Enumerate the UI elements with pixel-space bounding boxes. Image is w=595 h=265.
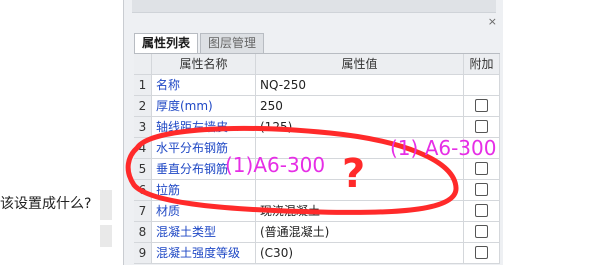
extra-cell [464,222,500,242]
row-number: 6 [134,180,152,200]
property-name: 轴线距左墙皮... [152,117,256,137]
extra-checkbox[interactable] [475,183,488,196]
panel-top-bar [132,0,496,13]
tab-property-list[interactable]: 属性列表 [134,33,199,53]
extra-checkbox[interactable] [475,99,488,112]
table-row[interactable]: 1 名称 NQ-250 [134,75,500,96]
properties-panel: × 属性列表 图层管理 属性名称 属性值 附加 1 名称 NQ-250 2 厚度… [123,0,503,265]
property-name: 材质 [152,201,256,221]
tab-layer-management[interactable]: 图层管理 [200,33,265,53]
extra-cell [464,117,500,137]
row-number: 1 [134,75,152,95]
row-number: 5 [134,159,152,179]
property-value[interactable]: (普通混凝土) [256,222,464,242]
row-number: 3 [134,117,152,137]
property-name: 厚度(mm) [152,96,256,116]
property-value[interactable]: NQ-250 [256,75,464,95]
table-row[interactable]: 8 混凝土类型 (普通混凝土) [134,222,500,243]
extra-cell [464,201,500,221]
extra-checkbox[interactable] [475,204,488,217]
extra-checkbox[interactable] [475,120,488,133]
property-name: 混凝土类型 [152,222,256,242]
property-name: 混凝土强度等级 [152,243,256,263]
table-row[interactable]: 2 厚度(mm) 250 [134,96,500,117]
header-name: 属性名称 [152,54,256,74]
header-num [134,54,152,74]
row-number: 9 [134,243,152,263]
extra-cell [464,159,500,179]
table-row[interactable]: 9 混凝土强度等级 (C30) [134,243,500,264]
header-value: 属性值 [256,54,464,74]
extra-cell [464,243,500,263]
grid-header: 属性名称 属性值 附加 [134,54,500,75]
extra-checkbox[interactable] [475,246,488,259]
annotation-text-left: (1)A6-300 [225,153,326,177]
extra-cell [464,180,500,200]
side-block [100,190,112,220]
close-icon[interactable]: × [488,16,497,28]
question-mark-annotation: ? [342,151,366,197]
table-row[interactable]: 7 材质 现浇混凝土 [134,201,500,222]
extra-checkbox[interactable] [475,162,488,175]
panel-tabs: 属性列表 图层管理 [134,33,266,53]
property-value[interactable]: (125) [256,117,464,137]
property-value[interactable]: 现浇混凝土 [256,201,464,221]
table-row[interactable]: 3 轴线距左墙皮... (125) [134,117,500,138]
property-name: 名称 [152,75,256,95]
extra-cell [464,75,500,95]
extra-cell [464,96,500,116]
property-value[interactable]: 250 [256,96,464,116]
table-row[interactable]: 6 拉筋 [134,180,500,201]
property-name: 拉筋 [152,180,256,200]
header-extra: 附加 [464,54,500,74]
side-block [100,225,112,247]
row-number: 2 [134,96,152,116]
extra-checkbox[interactable] [475,225,488,238]
question-text: 该设置成什么? [0,196,92,212]
annotation-text-right: (1) A6-300 [390,136,497,160]
row-number: 8 [134,222,152,242]
row-number: 7 [134,201,152,221]
property-value[interactable]: (C30) [256,243,464,263]
row-number: 4 [134,138,152,158]
